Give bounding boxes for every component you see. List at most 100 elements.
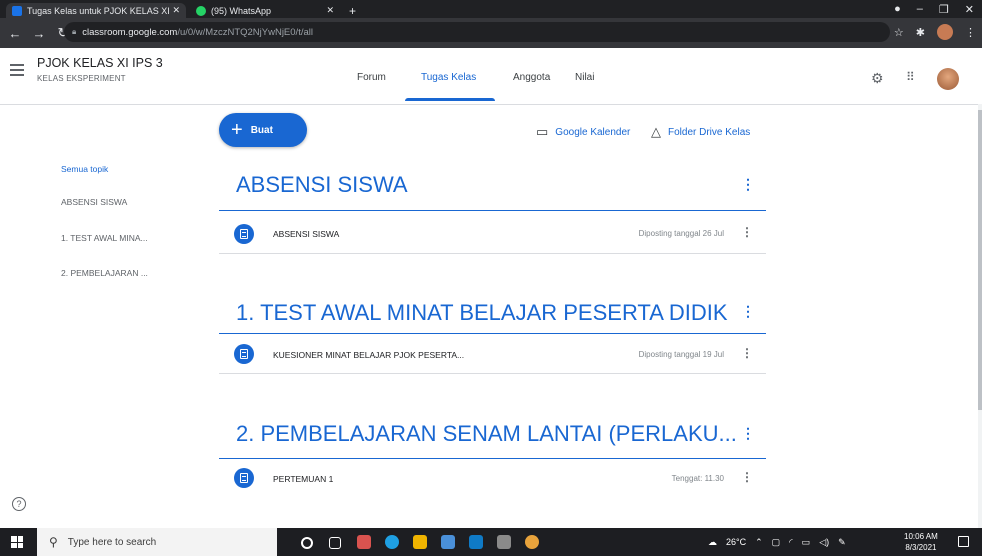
user-avatar[interactable] <box>937 68 959 90</box>
class-name[interactable]: PJOK KELAS XI IPS 3 <box>37 56 163 70</box>
taskbar-search[interactable]: ⚲ Type here to search <box>37 528 277 556</box>
main-menu-icon[interactable] <box>10 64 24 79</box>
tab-people[interactable]: Anggota <box>513 72 550 83</box>
active-tab-indicator <box>405 98 495 101</box>
address-bar[interactable]: 🔒︎ classroom.google.com /u/0/w/MzczNTQ2N… <box>64 22 890 42</box>
browser-tab-whatsapp[interactable]: (95) WhatsApp ✕ <box>190 3 340 18</box>
browser-menu-icon[interactable]: ⋮ <box>965 26 976 39</box>
browser-toolbar-right: ☆ ✱ ⋮ <box>894 24 976 40</box>
sidebar-item-absensi[interactable]: ABSENSI SISWA <box>61 197 127 207</box>
google-calendar-link[interactable]: ▭ Google Kalender <box>536 124 630 140</box>
topic-more-icon[interactable]: ⋮ <box>741 176 755 193</box>
whatsapp-favicon-icon <box>196 5 206 16</box>
classroom-header: PJOK KELAS XI IPS 3 KELAS EKSPERIMENT Fo… <box>0 48 982 105</box>
bookmark-star-icon[interactable]: ☆ <box>894 26 904 39</box>
tab-grades[interactable]: Nilai <box>575 72 594 83</box>
topic-title[interactable]: 2. PEMBELAJARAN SENAM LANTAI (PERLAKU... <box>236 421 737 447</box>
browser-tab-classroom[interactable]: Tugas Kelas untuk PJOK KELAS XI ✕ <box>6 3 186 18</box>
assignment-due: Tenggat: 11.30 <box>671 474 724 483</box>
browser-tab-title: (95) WhatsApp <box>211 5 272 16</box>
class-section: KELAS EKSPERIMENT <box>37 74 126 83</box>
extensions-icon[interactable]: ✱ <box>916 26 925 39</box>
sidebar-item-all-topics[interactable]: Semua topik <box>61 164 108 174</box>
settings-gear-icon[interactable]: ⚙ <box>871 70 884 87</box>
drive-folder-link[interactable]: △ Folder Drive Kelas <box>651 124 750 140</box>
calendar-link-label: Google Kalender <box>555 126 631 138</box>
weather-temp[interactable]: 26°C <box>726 537 746 547</box>
classroom-favicon-icon <box>12 5 22 16</box>
assignment-icon <box>234 468 254 488</box>
system-tray: ☁ 26°C ⌃ ▢ ◜ ▭ ◁) ✎ <box>708 528 846 556</box>
topic-divider <box>219 210 766 211</box>
calendar-icon: ▭ <box>536 124 549 139</box>
plus-icon: + <box>231 119 243 141</box>
minimize-icon[interactable]: – <box>917 3 923 15</box>
browser-tab-title: Tugas Kelas untuk PJOK KELAS XI <box>27 5 170 16</box>
assignment-title[interactable]: PERTEMUAN 1 <box>273 474 333 484</box>
edge-icon[interactable] <box>385 535 399 549</box>
tab-classwork[interactable]: Tugas Kelas <box>421 72 476 83</box>
app-icon[interactable] <box>357 535 371 549</box>
chrome-icon[interactable] <box>525 535 539 549</box>
app-icon[interactable] <box>497 535 511 549</box>
windows-start-icon[interactable] <box>11 536 23 548</box>
notification-icon[interactable] <box>958 536 969 547</box>
new-tab-button[interactable]: + <box>343 3 363 18</box>
profile-avatar[interactable] <box>937 24 953 40</box>
close-tab-icon[interactable]: ✕ <box>326 5 334 16</box>
pen-icon[interactable]: ✎ <box>838 537 846 548</box>
tab-forum[interactable]: Forum <box>357 72 386 83</box>
topic-title[interactable]: 1. TEST AWAL MINAT BELAJAR PESERTA DIDIK <box>236 300 728 326</box>
assignment-more-icon[interactable]: ⋮ <box>741 346 753 360</box>
windows-taskbar: ⚲ Type here to search ☁ 26°C ⌃ ▢ ◜ ▭ ◁) … <box>0 528 982 556</box>
create-button-label: Buat <box>250 124 273 136</box>
sidebar-item-pembelajaran[interactable]: 2. PEMBELAJARAN ... <box>61 268 148 278</box>
drive-link-label: Folder Drive Kelas <box>668 126 751 138</box>
wifi-icon[interactable]: ◜ <box>789 537 793 548</box>
restore-icon[interactable]: ❐ <box>939 3 949 16</box>
forward-icon[interactable]: → <box>30 26 48 41</box>
search-icon: ⚲ <box>49 535 58 549</box>
topic-title[interactable]: ABSENSI SISWA <box>236 172 408 198</box>
assignment-date: Diposting tanggal 19 Jul <box>638 350 724 359</box>
mail-icon[interactable] <box>469 535 483 549</box>
close-window-icon[interactable]: ✕ <box>965 3 974 16</box>
back-icon[interactable]: ← <box>6 26 24 41</box>
scrollbar-thumb[interactable] <box>978 110 982 410</box>
store-icon[interactable] <box>441 535 455 549</box>
taskbar-clock[interactable]: 10:06 AM 8/3/2021 <box>904 531 938 553</box>
lock-icon: 🔒︎ <box>72 27 77 36</box>
topic-more-icon[interactable]: ⋮ <box>741 425 755 442</box>
window-controls: ● – ❐ ✕ <box>894 0 982 18</box>
assignment-icon <box>234 344 254 364</box>
close-tab-icon[interactable]: ✕ <box>172 5 180 16</box>
apps-grid-icon[interactable]: ⠿ <box>906 70 915 84</box>
weather-icon[interactable]: ☁ <box>708 537 717 548</box>
browser-toolbar: ← → ↻ 🔒︎ classroom.google.com /u/0/w/Mzc… <box>0 18 982 48</box>
topic-divider <box>219 458 766 459</box>
taskbar-search-placeholder: Type here to search <box>67 536 157 548</box>
row-divider <box>219 253 766 254</box>
url-path: /u/0/w/MzczNTQ2NjYwNjE0/t/all <box>177 26 313 38</box>
assignment-title[interactable]: KUESIONER MINAT BELAJAR PJOK PESERTA... <box>273 350 464 360</box>
browser-tab-strip: Tugas Kelas untuk PJOK KELAS XI ✕ (95) W… <box>0 0 982 18</box>
topic-more-icon[interactable]: ⋮ <box>741 303 755 320</box>
help-icon[interactable]: ? <box>12 497 26 511</box>
task-view-icon[interactable] <box>329 537 341 549</box>
create-button[interactable]: + Buat <box>219 113 307 147</box>
assignment-title[interactable]: ABSENSI SISWA <box>273 229 339 239</box>
url-host: classroom.google.com <box>82 26 178 38</box>
chevron-up-icon[interactable]: ⌃ <box>755 537 763 548</box>
sidebar-item-test-awal[interactable]: 1. TEST AWAL MINA... <box>61 233 148 243</box>
assignment-more-icon[interactable]: ⋮ <box>741 470 753 484</box>
device-icon[interactable]: ▢ <box>772 537 781 548</box>
file-explorer-icon[interactable] <box>413 535 427 549</box>
clock-time: 10:06 AM <box>904 532 938 541</box>
battery-icon[interactable]: ▭ <box>802 537 811 548</box>
cortana-icon[interactable] <box>301 537 313 549</box>
row-divider <box>219 373 766 374</box>
profile-icon[interactable]: ● <box>894 3 901 15</box>
topic-divider <box>219 333 766 334</box>
assignment-more-icon[interactable]: ⋮ <box>741 225 753 239</box>
volume-icon[interactable]: ◁) <box>819 537 829 548</box>
